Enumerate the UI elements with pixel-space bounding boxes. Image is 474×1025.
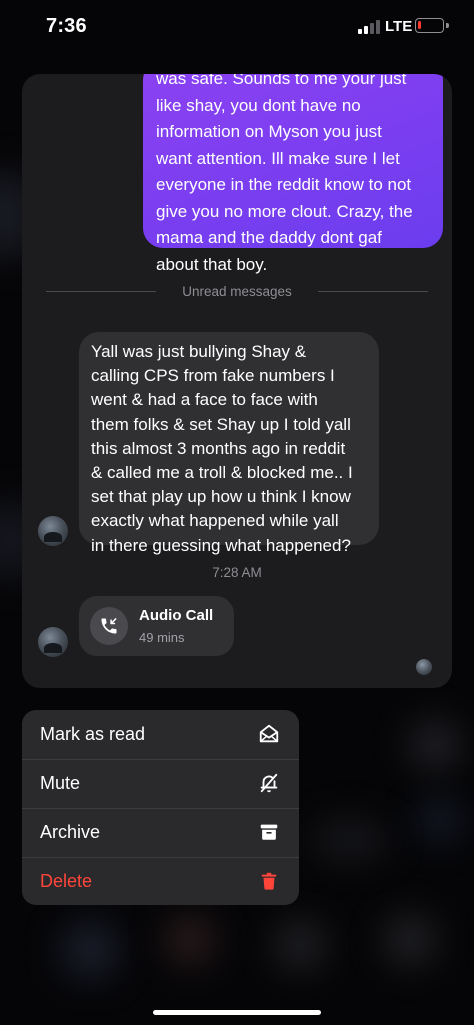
phone-icon (101, 618, 117, 634)
trash-icon (261, 872, 277, 890)
envelope-open-icon (259, 724, 279, 743)
menu-item-label: Archive (40, 822, 101, 842)
message-line: like shay, you dont have no (156, 95, 361, 115)
message-timestamp: 7:28 AM (212, 565, 262, 580)
menu-item-mark-as-read[interactable]: Mark as read (22, 710, 299, 759)
message-line: in there guessing what happened? (91, 535, 351, 555)
message-line: Yall was just bullying Shay & (91, 342, 307, 361)
home-indicator[interactable] (153, 1010, 321, 1015)
message-line: set that play up how u think I know (91, 487, 351, 507)
message-line: exactly what happened while yall (91, 511, 339, 531)
network-label: LTE (385, 18, 413, 35)
message-line: calling CPS from fake numbers I (91, 366, 335, 386)
audio-call-bubble: Audio Call 49 mins (79, 596, 234, 656)
call-duration: 49 mins (139, 630, 185, 645)
menu-item-mute[interactable]: Mute (22, 759, 299, 808)
unread-divider: Unread messages (46, 284, 428, 299)
cellular-signal-icon (358, 20, 380, 34)
message-line: mama and the daddy dont gaf (156, 228, 382, 247)
missed-call-icon (90, 607, 128, 645)
call-title: Audio Call (139, 607, 214, 624)
avatar (38, 516, 68, 546)
battery-level (418, 21, 421, 29)
message-line: about that boy. (156, 254, 268, 274)
message-line: everyone in the reddit know to not (156, 175, 412, 194)
battery-icon (415, 18, 444, 33)
context-menu: Mark as read Mute Archive Delete (22, 710, 299, 905)
message-line: want attention. Ill make sure I let (156, 148, 400, 168)
menu-item-label: Mute (40, 773, 81, 793)
menu-item-label: Delete (40, 871, 93, 891)
outgoing-message: was safe. Sounds to me your just like sh… (143, 74, 443, 274)
divider-line-right (318, 291, 428, 292)
message-line: give you no more clout. Crazy, the (156, 201, 413, 221)
read-receipt-avatar (416, 659, 432, 675)
menu-item-label: Mark as read (40, 724, 146, 744)
status-time: 7:36 (46, 15, 87, 37)
battery-tip (446, 23, 449, 28)
avatar (38, 627, 68, 657)
bell-slash-icon (260, 773, 278, 793)
archive-box-icon (260, 824, 278, 840)
message-line: them folks & set Shay up I told yall (91, 414, 351, 434)
status-bar: 7:36 LTE (0, 0, 474, 56)
message-line: went & had a face to face with (91, 390, 318, 410)
message-line: & called me a troll & blocked me.. I (91, 463, 353, 483)
message-line: this almost 3 months ago in reddit (91, 438, 346, 458)
menu-item-delete[interactable]: Delete (22, 857, 299, 905)
chat-preview: was safe. Sounds to me your just like sh… (22, 74, 452, 688)
menu-item-archive[interactable]: Archive (22, 808, 299, 857)
message-line: information on Myson you just (156, 122, 382, 141)
message-line: was safe. Sounds to me your just (156, 74, 407, 88)
screen: 7:36 LTE was safe. Sounds to me your jus… (0, 0, 474, 1025)
incoming-message: Yall was just bullying Shay & calling CP… (79, 332, 379, 555)
